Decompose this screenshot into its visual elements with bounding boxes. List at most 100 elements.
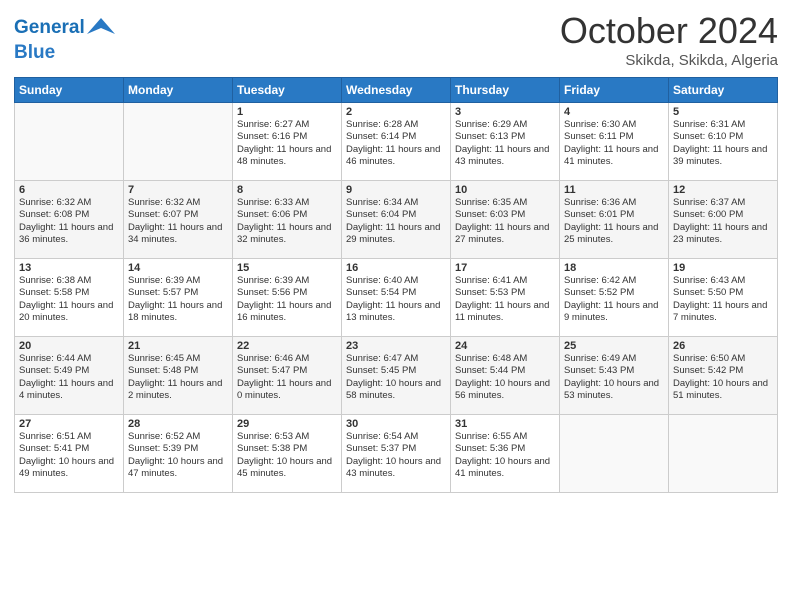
day-info-line: Daylight: 11 hours and 13 minutes. xyxy=(346,300,446,325)
day-number: 7 xyxy=(128,184,228,196)
calendar-week-row: 20Sunrise: 6:44 AMSunset: 5:49 PMDayligh… xyxy=(15,337,778,415)
day-info-line: Sunrise: 6:35 AM xyxy=(455,197,555,209)
day-info-line: Sunrise: 6:29 AM xyxy=(455,119,555,131)
day-info-line: Daylight: 11 hours and 39 minutes. xyxy=(673,144,773,169)
day-info-line: Sunset: 5:38 PM xyxy=(237,443,337,455)
weekday-header-friday: Friday xyxy=(560,78,669,103)
calendar-cell: 12Sunrise: 6:37 AMSunset: 6:00 PMDayligh… xyxy=(669,181,778,259)
calendar-cell: 3Sunrise: 6:29 AMSunset: 6:13 PMDaylight… xyxy=(451,103,560,181)
day-info-line: Daylight: 10 hours and 43 minutes. xyxy=(346,456,446,481)
day-number: 20 xyxy=(19,340,119,352)
day-number: 25 xyxy=(564,340,664,352)
day-info-line: Daylight: 11 hours and 16 minutes. xyxy=(237,300,337,325)
calendar-cell: 1Sunrise: 6:27 AMSunset: 6:16 PMDaylight… xyxy=(233,103,342,181)
calendar-cell: 16Sunrise: 6:40 AMSunset: 5:54 PMDayligh… xyxy=(342,259,451,337)
day-info-line: Sunset: 5:47 PM xyxy=(237,365,337,377)
calendar-cell: 5Sunrise: 6:31 AMSunset: 6:10 PMDaylight… xyxy=(669,103,778,181)
day-info-line: Sunrise: 6:37 AM xyxy=(673,197,773,209)
day-info-line: Sunrise: 6:42 AM xyxy=(564,275,664,287)
calendar-cell: 8Sunrise: 6:33 AMSunset: 6:06 PMDaylight… xyxy=(233,181,342,259)
calendar-cell: 20Sunrise: 6:44 AMSunset: 5:49 PMDayligh… xyxy=(15,337,124,415)
day-number: 21 xyxy=(128,340,228,352)
logo-bird-icon xyxy=(87,14,115,42)
day-number: 31 xyxy=(455,418,555,430)
day-number: 12 xyxy=(673,184,773,196)
logo-text2: Blue xyxy=(14,42,115,64)
calendar-week-row: 1Sunrise: 6:27 AMSunset: 6:16 PMDaylight… xyxy=(15,103,778,181)
weekday-header-row: SundayMondayTuesdayWednesdayThursdayFrid… xyxy=(15,78,778,103)
day-info-line: Sunset: 5:49 PM xyxy=(19,365,119,377)
calendar-cell: 2Sunrise: 6:28 AMSunset: 6:14 PMDaylight… xyxy=(342,103,451,181)
day-info-line: Daylight: 11 hours and 43 minutes. xyxy=(455,144,555,169)
day-info-line: Sunset: 6:01 PM xyxy=(564,209,664,221)
day-info-line: Daylight: 11 hours and 9 minutes. xyxy=(564,300,664,325)
day-info-line: Daylight: 11 hours and 27 minutes. xyxy=(455,222,555,247)
day-info-line: Sunrise: 6:40 AM xyxy=(346,275,446,287)
day-info-line: Sunrise: 6:32 AM xyxy=(19,197,119,209)
day-info-line: Daylight: 11 hours and 23 minutes. xyxy=(673,222,773,247)
day-info-line: Daylight: 10 hours and 53 minutes. xyxy=(564,378,664,403)
day-number: 2 xyxy=(346,106,446,118)
day-info-line: Sunrise: 6:50 AM xyxy=(673,353,773,365)
month-title: October 2024 xyxy=(560,10,778,52)
day-info-line: Sunrise: 6:30 AM xyxy=(564,119,664,131)
location: Skikda, Skikda, Algeria xyxy=(560,52,778,69)
calendar-cell: 17Sunrise: 6:41 AMSunset: 5:53 PMDayligh… xyxy=(451,259,560,337)
day-info-line: Daylight: 11 hours and 36 minutes. xyxy=(19,222,119,247)
day-number: 13 xyxy=(19,262,119,274)
day-info-line: Sunrise: 6:32 AM xyxy=(128,197,228,209)
day-info-line: Sunrise: 6:28 AM xyxy=(346,119,446,131)
day-info-line: Daylight: 11 hours and 7 minutes. xyxy=(673,300,773,325)
day-number: 26 xyxy=(673,340,773,352)
day-info-line: Daylight: 11 hours and 25 minutes. xyxy=(564,222,664,247)
day-number: 16 xyxy=(346,262,446,274)
day-info-line: Sunrise: 6:47 AM xyxy=(346,353,446,365)
day-number: 18 xyxy=(564,262,664,274)
calendar-cell: 10Sunrise: 6:35 AMSunset: 6:03 PMDayligh… xyxy=(451,181,560,259)
calendar-cell: 14Sunrise: 6:39 AMSunset: 5:57 PMDayligh… xyxy=(124,259,233,337)
day-info-line: Sunrise: 6:52 AM xyxy=(128,431,228,443)
logo-text: General xyxy=(14,14,115,42)
day-info-line: Sunset: 5:36 PM xyxy=(455,443,555,455)
calendar-cell: 26Sunrise: 6:50 AMSunset: 5:42 PMDayligh… xyxy=(669,337,778,415)
calendar-cell: 21Sunrise: 6:45 AMSunset: 5:48 PMDayligh… xyxy=(124,337,233,415)
calendar-cell: 15Sunrise: 6:39 AMSunset: 5:56 PMDayligh… xyxy=(233,259,342,337)
title-block: October 2024 Skikda, Skikda, Algeria xyxy=(560,10,778,69)
day-number: 14 xyxy=(128,262,228,274)
calendar-cell: 27Sunrise: 6:51 AMSunset: 5:41 PMDayligh… xyxy=(15,415,124,493)
calendar-cell xyxy=(124,103,233,181)
day-info-line: Sunset: 5:41 PM xyxy=(19,443,119,455)
calendar-cell: 22Sunrise: 6:46 AMSunset: 5:47 PMDayligh… xyxy=(233,337,342,415)
day-number: 10 xyxy=(455,184,555,196)
day-number: 15 xyxy=(237,262,337,274)
day-info-line: Daylight: 10 hours and 49 minutes. xyxy=(19,456,119,481)
day-info-line: Sunset: 5:44 PM xyxy=(455,365,555,377)
header: General Blue October 2024 Skikda, Skikda… xyxy=(14,10,778,69)
day-info-line: Sunset: 5:37 PM xyxy=(346,443,446,455)
day-number: 23 xyxy=(346,340,446,352)
day-number: 29 xyxy=(237,418,337,430)
day-info-line: Sunset: 5:57 PM xyxy=(128,287,228,299)
day-info-line: Daylight: 11 hours and 4 minutes. xyxy=(19,378,119,403)
day-info-line: Sunrise: 6:51 AM xyxy=(19,431,119,443)
day-info-line: Daylight: 11 hours and 11 minutes. xyxy=(455,300,555,325)
day-info-line: Sunset: 6:00 PM xyxy=(673,209,773,221)
weekday-header-wednesday: Wednesday xyxy=(342,78,451,103)
day-info-line: Sunrise: 6:38 AM xyxy=(19,275,119,287)
weekday-header-monday: Monday xyxy=(124,78,233,103)
calendar-cell: 25Sunrise: 6:49 AMSunset: 5:43 PMDayligh… xyxy=(560,337,669,415)
day-info-line: Daylight: 11 hours and 2 minutes. xyxy=(128,378,228,403)
day-info-line: Sunset: 6:06 PM xyxy=(237,209,337,221)
calendar-week-row: 13Sunrise: 6:38 AMSunset: 5:58 PMDayligh… xyxy=(15,259,778,337)
calendar-cell: 30Sunrise: 6:54 AMSunset: 5:37 PMDayligh… xyxy=(342,415,451,493)
calendar-cell: 31Sunrise: 6:55 AMSunset: 5:36 PMDayligh… xyxy=(451,415,560,493)
day-number: 1 xyxy=(237,106,337,118)
day-info-line: Sunrise: 6:44 AM xyxy=(19,353,119,365)
day-info-line: Sunrise: 6:48 AM xyxy=(455,353,555,365)
weekday-header-thursday: Thursday xyxy=(451,78,560,103)
day-info-line: Sunset: 6:10 PM xyxy=(673,131,773,143)
day-number: 17 xyxy=(455,262,555,274)
day-info-line: Daylight: 11 hours and 34 minutes. xyxy=(128,222,228,247)
day-info-line: Sunset: 5:53 PM xyxy=(455,287,555,299)
day-info-line: Daylight: 11 hours and 41 minutes. xyxy=(564,144,664,169)
